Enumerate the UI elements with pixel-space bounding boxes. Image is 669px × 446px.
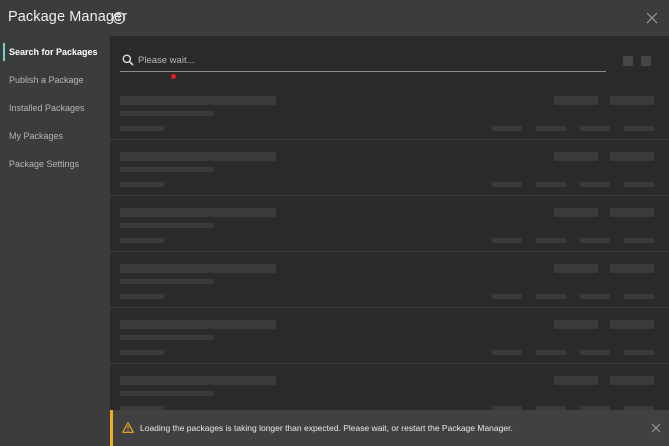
filter-button[interactable] <box>623 56 633 66</box>
skeleton-bar <box>580 126 610 131</box>
skeleton-bar <box>492 294 522 299</box>
skeleton-bar <box>624 126 654 131</box>
skeleton-bar <box>120 223 214 228</box>
skeleton-bar <box>580 350 610 355</box>
skeleton-bar <box>554 376 598 385</box>
skeleton-bar <box>120 350 164 355</box>
skeleton-bar <box>610 208 654 217</box>
sidebar-item-label: Publish a Package <box>9 75 84 85</box>
skeleton-bar <box>120 182 164 187</box>
sidebar-item-label: Installed Packages <box>9 103 85 113</box>
skeleton-bar <box>554 152 598 161</box>
package-placeholder-row <box>110 140 669 196</box>
skeleton-bar <box>492 238 522 243</box>
skeleton-bar <box>536 350 566 355</box>
skeleton-bar <box>610 376 654 385</box>
skeleton-bar <box>536 294 566 299</box>
sidebar-item-label: Package Settings <box>9 159 80 169</box>
skeleton-bar <box>554 320 598 329</box>
sidebar-item-package-settings[interactable]: Package Settings <box>0 153 110 175</box>
skeleton-bar <box>536 238 566 243</box>
skeleton-bar <box>580 182 610 187</box>
window-title: Package Manager <box>8 9 128 25</box>
close-icon[interactable] <box>651 423 661 433</box>
skeleton-bar <box>580 294 610 299</box>
close-icon[interactable] <box>645 11 659 25</box>
main-panel <box>110 36 669 446</box>
package-placeholder-row <box>110 252 669 308</box>
skeleton-bar <box>580 238 610 243</box>
skeleton-bar <box>554 264 598 273</box>
skeleton-bar <box>492 126 522 131</box>
skeleton-bar <box>554 208 598 217</box>
search-bar <box>120 50 606 72</box>
skeleton-bar <box>120 238 164 243</box>
skeleton-bar <box>120 208 276 217</box>
warning-toast: Loading the packages is taking longer th… <box>110 410 669 446</box>
sidebar-item-installed-packages[interactable]: Installed Packages <box>0 97 110 119</box>
skeleton-bar <box>120 96 276 105</box>
skeleton-bar <box>610 96 654 105</box>
sidebar-item-label: My Packages <box>9 131 64 141</box>
skeleton-bar <box>536 126 566 131</box>
search-input[interactable] <box>138 51 598 69</box>
skeleton-bar <box>120 335 214 340</box>
skeleton-bar <box>624 294 654 299</box>
sidebar-item-search-for-packages[interactable]: Search for Packages <box>0 41 110 63</box>
skeleton-bar <box>120 294 164 299</box>
skeleton-bar <box>120 376 276 385</box>
skeleton-bar <box>624 182 654 187</box>
skeleton-bar <box>610 320 654 329</box>
package-placeholder-row <box>110 196 669 252</box>
skeleton-bar <box>554 96 598 105</box>
sort-button[interactable] <box>641 56 651 66</box>
search-icon <box>122 54 134 66</box>
package-placeholder-row <box>110 84 669 140</box>
skeleton-bar <box>120 111 214 116</box>
title-bar: Package Manager ? <box>0 0 669 36</box>
warning-icon <box>122 422 134 433</box>
skeleton-bar <box>492 350 522 355</box>
sidebar-item-label: Search for Packages <box>9 47 98 57</box>
skeleton-bar <box>624 238 654 243</box>
skeleton-bar <box>120 320 276 329</box>
skeleton-bar <box>624 350 654 355</box>
toast-message: Loading the packages is taking longer th… <box>140 423 513 433</box>
skeleton-bar <box>492 182 522 187</box>
skeleton-bar <box>120 279 214 284</box>
skeleton-bar <box>120 126 164 131</box>
skeleton-bar <box>536 182 566 187</box>
sidebar: Search for Packages Publish a Package In… <box>0 36 110 446</box>
skeleton-bar <box>120 264 276 273</box>
skeleton-bar <box>120 152 276 161</box>
cursor-marker <box>171 74 176 79</box>
skeleton-bar <box>120 167 214 172</box>
skeleton-bar <box>610 264 654 273</box>
skeleton-bar <box>610 152 654 161</box>
skeleton-bar <box>120 391 214 396</box>
sidebar-item-publish-a-package[interactable]: Publish a Package <box>0 69 110 91</box>
help-icon[interactable]: ? <box>113 12 125 24</box>
sidebar-item-my-packages[interactable]: My Packages <box>0 125 110 147</box>
package-placeholder-row <box>110 308 669 364</box>
